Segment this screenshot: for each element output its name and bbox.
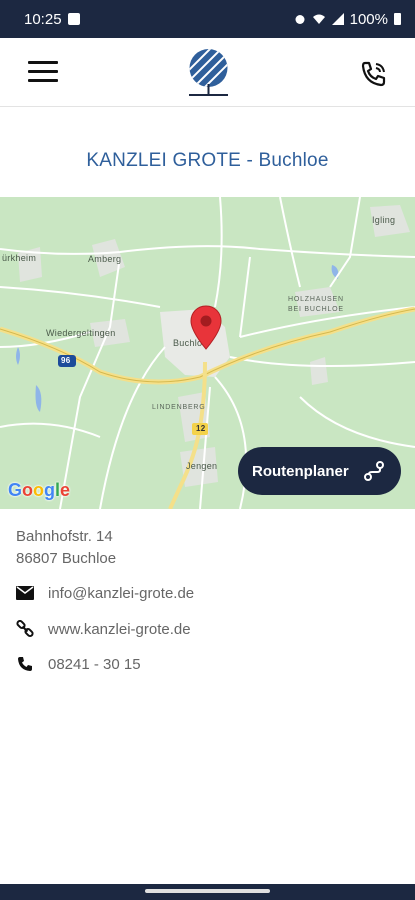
phone-icon: [16, 655, 34, 673]
phone-row[interactable]: 08241 - 30 15: [16, 655, 141, 673]
call-button[interactable]: [358, 58, 390, 90]
road-96-label: 96: [61, 356, 71, 365]
home-gesture-handle[interactable]: [145, 889, 270, 893]
app-bar: [0, 38, 415, 107]
battery-icon: [394, 13, 401, 25]
phone-link[interactable]: 08241 - 30 15: [48, 656, 141, 673]
route-icon: [364, 461, 384, 481]
email-link[interactable]: info@kanzlei-grote.de: [48, 585, 194, 602]
map-label-jengen: Jengen: [186, 461, 218, 471]
address-city: 86807 Buchloe: [16, 550, 117, 567]
battery-percent: 100%: [349, 10, 388, 28]
map-label-wiedergeltingen: Wiedergeltingen: [46, 328, 116, 338]
signal-icon: [331, 13, 344, 25]
road-12-label: 12: [196, 424, 206, 433]
map-label-turkheim: ürkheim: [2, 253, 37, 263]
image-icon: [67, 13, 80, 25]
link-icon: [16, 620, 34, 638]
mail-icon: [16, 584, 34, 602]
wifi-icon: [312, 14, 325, 24]
website-link[interactable]: www.kanzlei-grote.de: [48, 621, 191, 638]
menu-button[interactable]: [28, 61, 58, 83]
alarm-icon: [295, 15, 305, 24]
page-title: KANZLEI GROTE - Buchloe: [86, 150, 329, 171]
map-label-holzhausen: HOLZHAUSEN BEI BUCHLOE: [288, 296, 344, 313]
phone-call-icon: [361, 61, 386, 87]
website-row[interactable]: www.kanzlei-grote.de: [16, 620, 191, 638]
address-street: Bahnhofstr. 14: [16, 528, 113, 545]
status-bar: 10:25 100%: [0, 0, 415, 38]
email-row[interactable]: info@kanzlei-grote.de: [16, 584, 194, 602]
map-label-igling: Igling: [372, 215, 396, 225]
map-label-amberg: Amberg: [88, 254, 122, 264]
tree-logo-icon: [189, 49, 228, 96]
status-time: 10:25: [24, 10, 62, 28]
address-block: Bahnhofstr. 14 86807 Buchloe: [16, 526, 116, 570]
route-planner-button[interactable]: Routenplaner: [238, 447, 401, 495]
location-pin-icon[interactable]: [190, 305, 222, 351]
route-planner-label: Routenplaner: [252, 462, 349, 480]
menu-icon: [28, 61, 58, 82]
system-nav-bar: [0, 884, 415, 900]
google-logo: Google: [8, 480, 71, 500]
map-label-lindenberg: LINDENBERG: [152, 404, 206, 411]
